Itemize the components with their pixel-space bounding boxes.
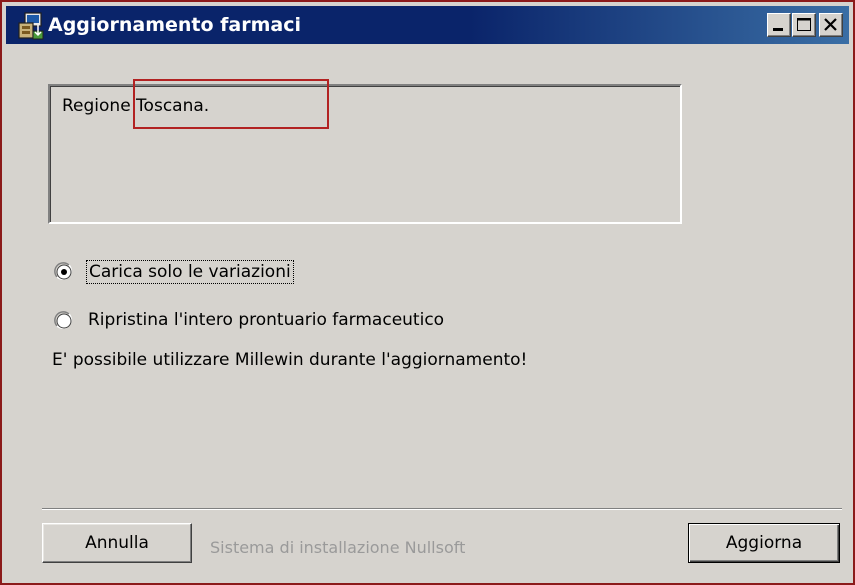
- maximize-icon: [797, 18, 811, 31]
- footer-separator: [42, 508, 842, 510]
- option-label-variations[interactable]: Carica solo le variazioni: [86, 260, 294, 284]
- radio-unchecked-icon: [54, 311, 72, 329]
- installer-window: Aggiornamento farmaci Regione Toscana. C…: [0, 0, 855, 585]
- window-title: Aggiornamento farmaci: [48, 14, 302, 36]
- annotation-highlight-box: [133, 79, 329, 129]
- close-button[interactable]: [819, 13, 843, 37]
- option-label-restore[interactable]: Ripristina l'intero prontuario farmaceut…: [88, 310, 444, 330]
- info-message: E' possibile utilizzare Millewin durante…: [52, 350, 528, 370]
- minimize-icon: [773, 28, 783, 31]
- radio-checked-icon: [54, 262, 72, 280]
- maximize-button[interactable]: [792, 13, 816, 37]
- cancel-button[interactable]: Annulla: [42, 523, 192, 563]
- option-radio-variations[interactable]: [54, 262, 74, 282]
- minimize-button[interactable]: [767, 13, 791, 37]
- installer-app-icon: [16, 11, 46, 41]
- installer-branding: Sistema di installazione Nullsoft: [210, 538, 466, 557]
- option-radio-restore[interactable]: [54, 311, 74, 331]
- close-icon: [824, 18, 837, 31]
- update-button[interactable]: Aggiorna: [688, 523, 840, 563]
- title-bar[interactable]: Aggiornamento farmaci: [6, 6, 849, 44]
